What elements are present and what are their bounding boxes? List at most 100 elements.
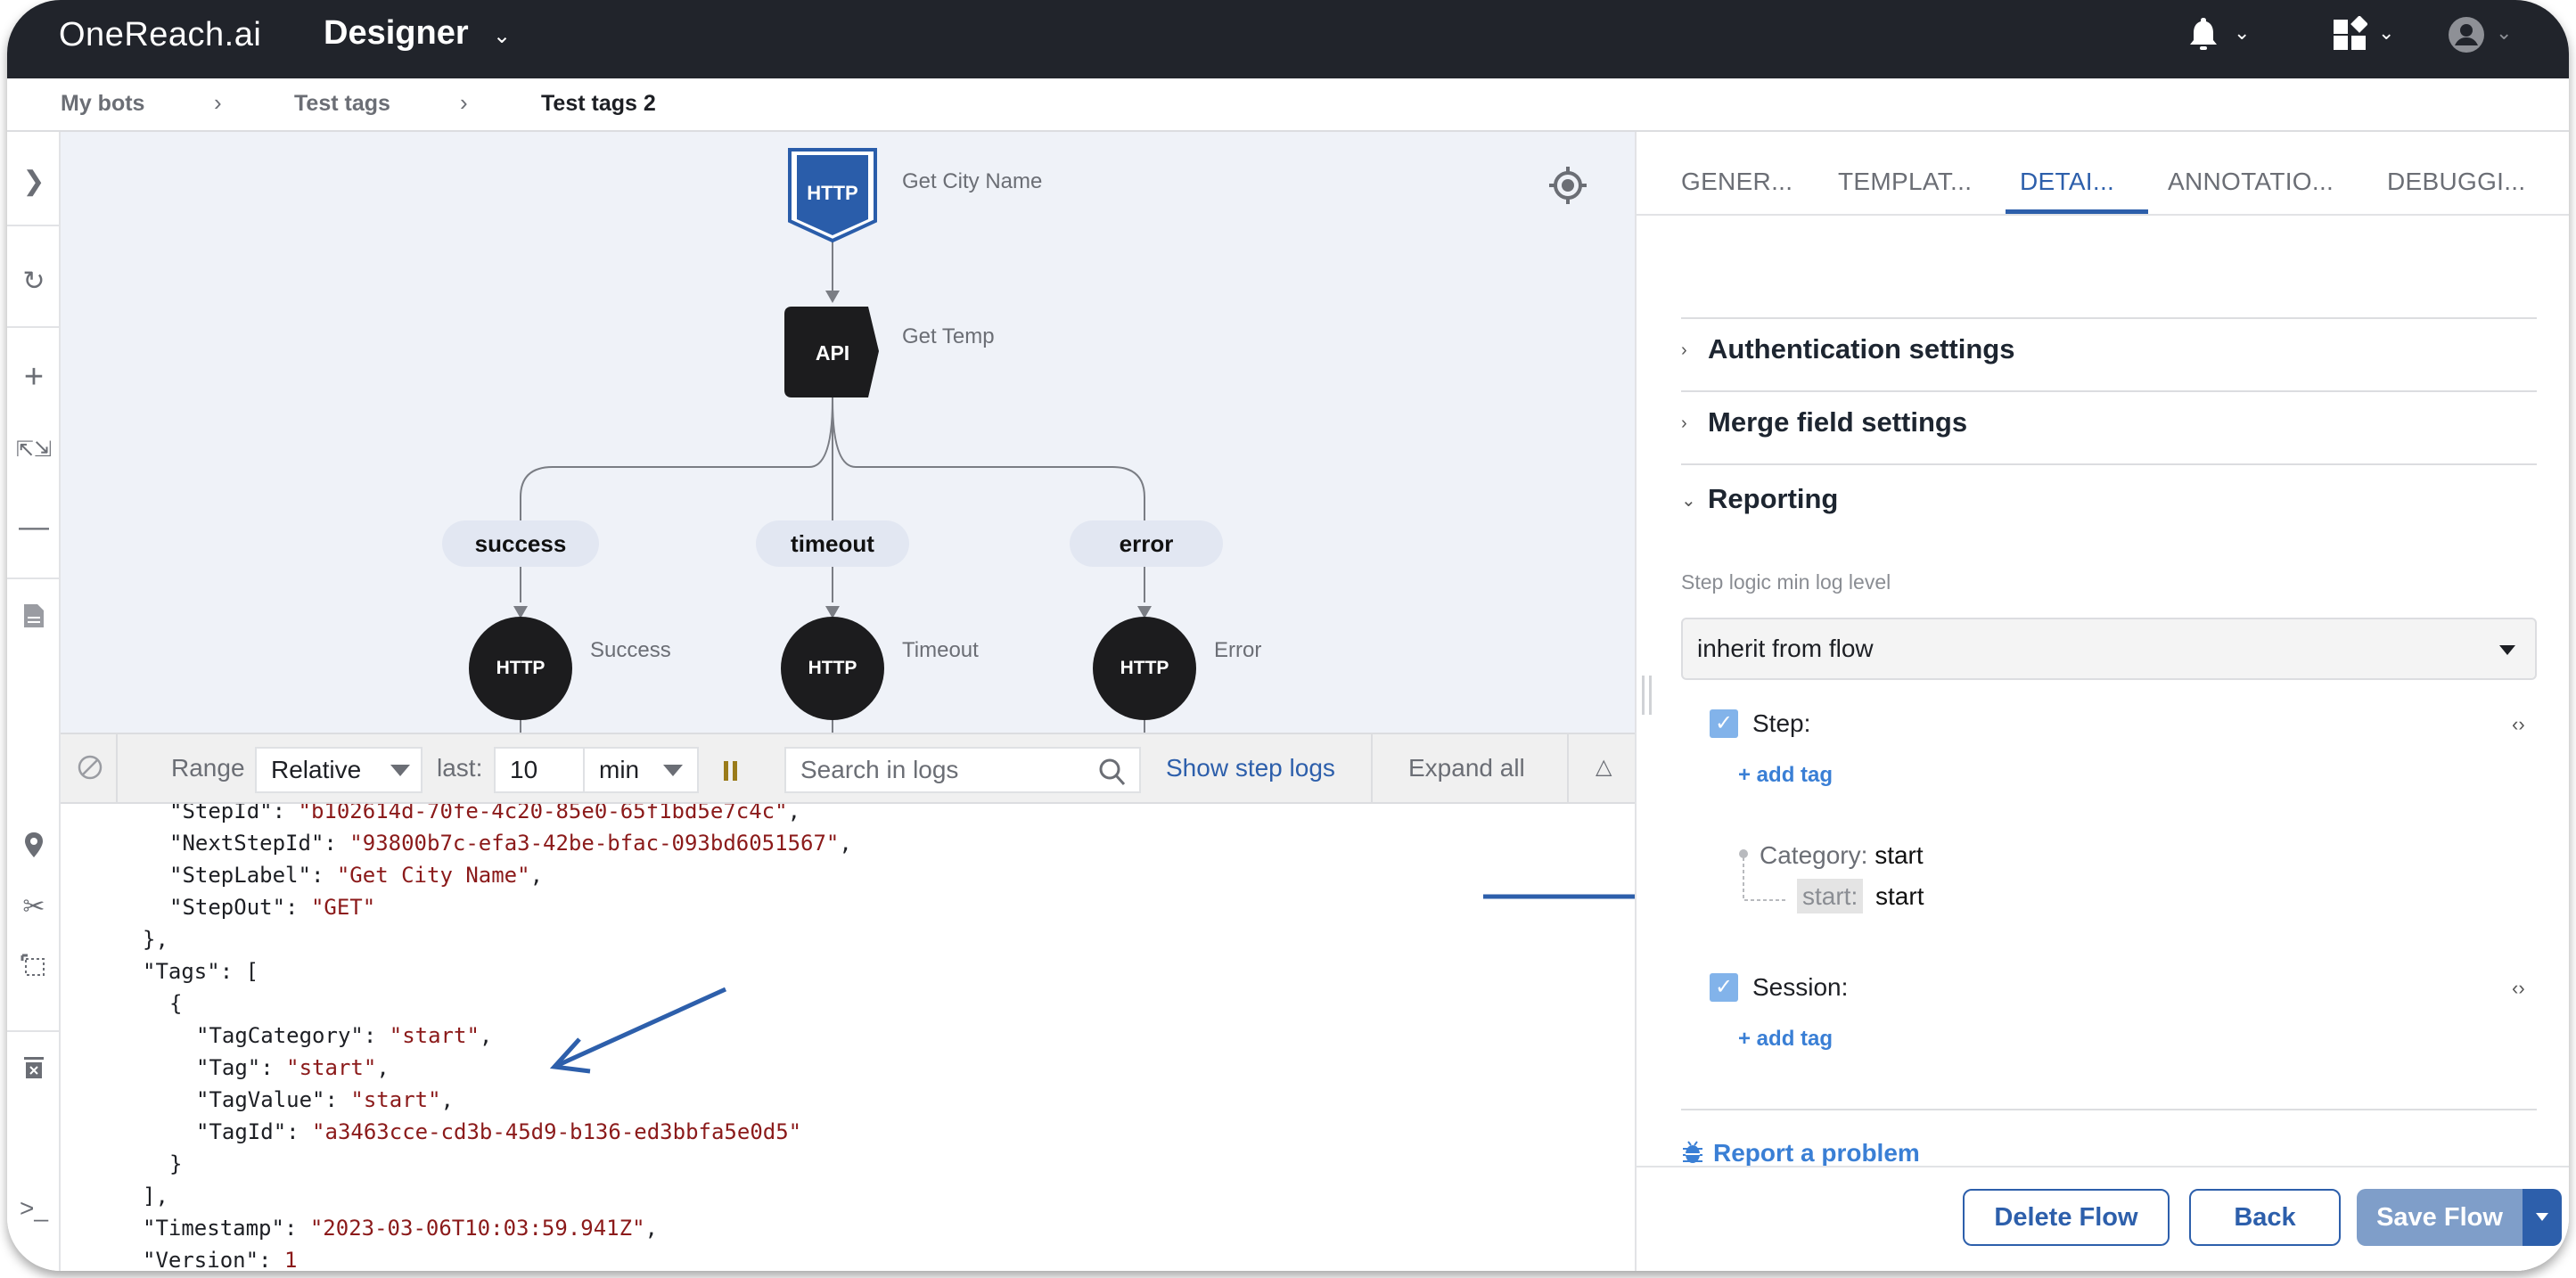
log-punct: , <box>479 1023 493 1048</box>
delete-flow-button[interactable]: Delete Flow <box>1963 1189 2170 1246</box>
chevron-down-icon[interactable]: ⌄ <box>2496 21 2512 45</box>
search-logs-input[interactable]: Search in logs <box>784 747 1141 793</box>
code-icon[interactable]: ‹› <box>2512 977 2525 1000</box>
tab-template[interactable]: TEMPLAT... <box>1838 168 1972 196</box>
log-key: "Tags": [ <box>143 959 259 984</box>
log-value: 1 <box>283 1248 298 1271</box>
section-merge-field-settings[interactable]: › Merge field settings <box>1681 406 1967 438</box>
chevron-down-icon: ⌄ <box>1681 491 1696 512</box>
node-get-temp[interactable]: API <box>783 303 888 401</box>
log-value: "a3463cce-cd3b-45d9-b136-ed3bbfa5e0d5" <box>312 1119 802 1144</box>
app-switcher[interactable]: Designer <box>324 14 469 53</box>
session-checkbox[interactable]: ✓ <box>1710 973 1738 1002</box>
delete-icon[interactable] <box>7 1055 61 1087</box>
dropdown-triangle-icon <box>390 765 410 776</box>
log-line: "TagValue": "start", <box>196 1087 454 1112</box>
node-type-label: API <box>816 341 849 365</box>
log-key: } <box>169 1151 183 1176</box>
show-step-logs-link[interactable]: Show step logs <box>1166 754 1335 782</box>
step-checkbox[interactable]: ✓ <box>1710 709 1738 738</box>
section-authentication-settings[interactable]: › Authentication settings <box>1681 333 2014 365</box>
divider <box>1681 1109 2537 1110</box>
chevron-down-icon[interactable]: ⌄ <box>493 23 511 49</box>
range-select[interactable]: Relative <box>255 747 422 793</box>
node-label: Get City Name <box>902 169 1043 193</box>
back-button[interactable]: Back <box>2189 1189 2341 1246</box>
save-flow-button[interactable]: Save Flow <box>2357 1189 2523 1246</box>
select-icon[interactable] <box>7 954 61 987</box>
log-viewer[interactable]: "StepId": "b102614d-70fe-4c20-85e0-65f1b… <box>61 804 1635 1271</box>
user-avatar-icon[interactable] <box>2448 16 2485 64</box>
chevron-right-icon: › <box>460 89 468 116</box>
log-line: "StepOut": "GET" <box>169 895 375 920</box>
tag-key: start: <box>1797 879 1864 913</box>
bug-icon <box>1683 1141 1702 1163</box>
branch-timeout[interactable]: timeout <box>756 520 909 567</box>
resize-handle[interactable] <box>1649 676 1652 715</box>
tab-debugging[interactable]: DEBUGGI... <box>2387 168 2525 196</box>
tag-item[interactable]: start: start <box>1797 879 1924 913</box>
pin-icon[interactable] <box>7 831 61 866</box>
chevron-right-icon: › <box>1681 340 1687 361</box>
log-level-select[interactable]: inherit from flow <box>1681 618 2537 680</box>
log-line: ], <box>143 1184 168 1208</box>
flow-canvas[interactable]: HTTP Get City Name API Get Temp success … <box>61 132 1635 733</box>
save-options-dropdown[interactable] <box>2523 1189 2562 1246</box>
apps-icon[interactable] <box>2332 15 2368 62</box>
log-value: "GET" <box>310 895 376 920</box>
zoom-out-icon[interactable]: — <box>7 510 61 545</box>
log-value: "start" <box>350 1087 441 1112</box>
block-icon <box>78 755 103 780</box>
breadcrumb-test-tags[interactable]: Test tags <box>294 91 390 117</box>
unit-select[interactable]: min <box>583 747 699 793</box>
step-add-tag-link[interactable]: + add tag <box>1738 763 1833 788</box>
log-line: "StepLabel": "Get City Name", <box>169 863 543 888</box>
log-toolbar: Range Relative last: 10 min Search in lo… <box>61 733 1635 804</box>
expand-all-button[interactable]: Expand all <box>1408 754 1525 782</box>
search-placeholder: Search in logs <box>800 756 959 783</box>
branch-success[interactable]: success <box>442 520 599 567</box>
chevron-down-icon[interactable]: ⌄ <box>2234 21 2250 45</box>
log-key: "Version": <box>143 1248 284 1271</box>
document-icon[interactable] <box>7 602 61 636</box>
zoom-in-icon[interactable]: + <box>7 358 61 397</box>
resize-handle[interactable] <box>1642 676 1645 715</box>
expand-icon[interactable]: ❯ <box>7 166 61 197</box>
code-icon[interactable]: ‹› <box>2512 713 2525 736</box>
locate-icon[interactable] <box>1547 165 1588 206</box>
section-reporting[interactable]: ⌄ Reporting <box>1681 483 1838 515</box>
tab-annotations[interactable]: ANNOTATIO... <box>2168 168 2334 196</box>
log-line: "NextStepId": "93800b7c-efa3-42be-bfac-0… <box>169 831 852 856</box>
dropdown-triangle-icon <box>2499 645 2515 655</box>
tab-details[interactable]: DETAI... <box>2020 168 2114 196</box>
node-error[interactable]: HTTP <box>1093 617 1196 720</box>
refresh-icon[interactable]: ↻ <box>7 266 61 297</box>
log-key: "StepId": <box>169 804 299 823</box>
bell-icon[interactable] <box>2187 16 2219 62</box>
clear-logs-button[interactable] <box>61 734 118 802</box>
collapse-panel-icon[interactable]: △ <box>1596 754 1612 780</box>
dropdown-triangle-icon <box>663 765 683 776</box>
tag-value: start <box>1875 882 1924 910</box>
log-line: "StepId": "b102614d-70fe-4c20-85e0-65f1b… <box>169 804 800 823</box>
divider <box>7 225 61 226</box>
node-timeout[interactable]: HTTP <box>781 617 884 720</box>
chevron-down-icon[interactable]: ⌄ <box>2378 21 2394 45</box>
breadcrumb-my-bots[interactable]: My bots <box>61 91 144 117</box>
branch-error[interactable]: error <box>1070 520 1223 567</box>
last-value-input[interactable]: 10 <box>494 747 585 793</box>
fit-icon[interactable]: ⇱⇲ <box>7 437 61 463</box>
tab-general[interactable]: GENER... <box>1681 168 1793 196</box>
node-success[interactable]: HTTP <box>469 617 572 720</box>
log-key: { <box>169 991 183 1016</box>
dropdown-triangle-icon <box>2536 1213 2548 1221</box>
divider <box>1681 390 2537 392</box>
log-value: "2023-03-06T10:03:59.941Z" <box>309 1216 645 1241</box>
properties-panel: GENER... TEMPLAT... DETAI... ANNOTATIO..… <box>1635 132 2569 1271</box>
report-problem-link[interactable]: Report a problem <box>1681 1139 1920 1167</box>
session-add-tag-link[interactable]: + add tag <box>1738 1027 1833 1052</box>
terminal-icon[interactable]: >_ <box>7 1194 61 1223</box>
range-label: Range <box>171 754 245 782</box>
node-get-city-name[interactable]: HTTP <box>784 146 881 246</box>
scissors-icon[interactable]: ✂ <box>7 891 61 922</box>
